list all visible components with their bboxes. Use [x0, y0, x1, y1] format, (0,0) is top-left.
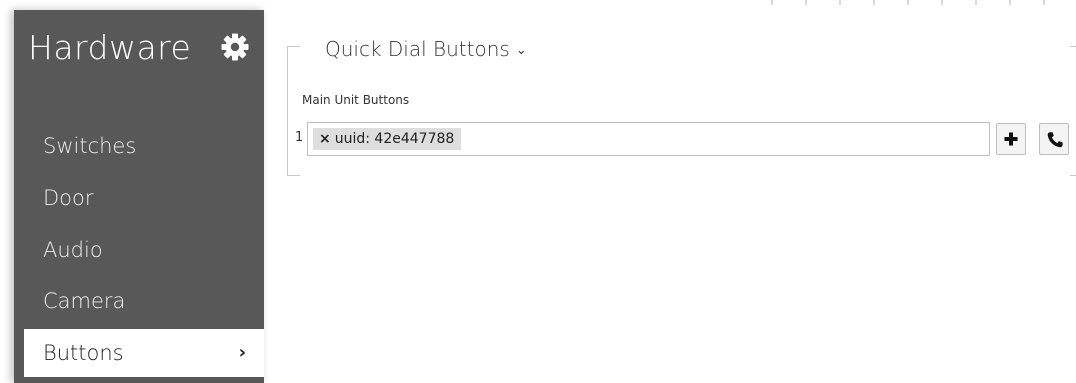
sidebar-item-buttons[interactable]: Buttons › [24, 329, 264, 377]
chevron-right-icon: › [238, 342, 246, 363]
frame-corner [1070, 46, 1076, 47]
phone-icon [1047, 132, 1063, 148]
top-edge-ticks [771, 0, 1045, 5]
row-index: 1 [295, 130, 304, 145]
sidebar: Hardware Switches Door Audio Camera Butt… [14, 10, 264, 383]
tag-remove-icon[interactable]: × [319, 131, 331, 147]
section-header-quick-dial[interactable]: Quick Dial Buttons ⌄ [325, 37, 527, 61]
sidebar-item-switches[interactable]: Switches [14, 122, 264, 170]
gear-icon[interactable] [220, 32, 250, 62]
sidebar-item-label: Door [43, 186, 94, 210]
sidebar-item-label: Camera [43, 289, 126, 313]
peer-tag-input[interactable]: × uuid: 42e447788 [307, 122, 990, 156]
sidebar-item-audio[interactable]: Audio [14, 226, 264, 274]
plus-icon [1004, 132, 1018, 146]
field-label: Main Unit Buttons [302, 93, 410, 107]
sidebar-item-label: Switches [43, 134, 137, 158]
chevron-down-icon: ⌄ [515, 43, 527, 58]
sidebar-title: Hardware [28, 28, 192, 67]
add-button[interactable] [996, 123, 1026, 155]
sidebar-item-door[interactable]: Door [14, 174, 264, 222]
peer-tag: × uuid: 42e447788 [313, 128, 462, 150]
sidebar-item-label: Audio [43, 238, 103, 262]
sidebar-item-label: Buttons [43, 341, 124, 365]
sidebar-item-camera[interactable]: Camera [14, 277, 264, 325]
section-title: Quick Dial Buttons [325, 37, 510, 61]
call-button[interactable] [1039, 123, 1069, 155]
tag-label: uuid: 42e447788 [334, 131, 455, 147]
frame-corner [1070, 175, 1076, 176]
section-frame [287, 46, 1076, 176]
